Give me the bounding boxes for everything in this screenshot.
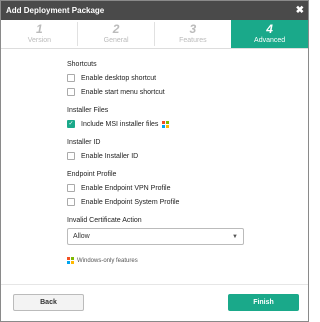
start-menu-shortcut-option[interactable]: Enable start menu shortcut [67, 86, 308, 98]
step-label: Features [179, 37, 207, 44]
vpn-profile-option[interactable]: Enable Endpoint VPN Profile [67, 182, 308, 194]
back-button[interactable]: Back [13, 294, 84, 311]
chevron-down-icon: ▼ [232, 233, 238, 240]
step-advanced[interactable]: 4 Advanced [231, 20, 308, 48]
vpn-profile-checkbox[interactable] [67, 184, 75, 192]
step-features[interactable]: 3 Features [155, 20, 232, 48]
desktop-shortcut-checkbox[interactable] [67, 74, 75, 82]
section-title: Invalid Certificate Action [67, 217, 142, 224]
certificate-action-select[interactable]: Allow ▼ [67, 228, 244, 245]
option-label: Include MSI installer files [81, 120, 159, 128]
installer-files-section: Installer Files ✓ Include MSI installer … [67, 107, 308, 130]
step-number: 1 [36, 22, 43, 36]
windows-icon [162, 120, 170, 128]
add-deployment-package-dialog: Add Deployment Package ✖ 1 Version 2 Gen… [0, 0, 309, 322]
section-title: Endpoint Profile [67, 171, 117, 178]
windows-icon [67, 257, 74, 264]
option-label: Enable desktop shortcut [81, 74, 157, 82]
shortcuts-section: Shortcuts Enable desktop shortcut Enable… [67, 61, 308, 98]
installer-id-section: Installer ID Enable Installer ID [67, 139, 308, 162]
step-general[interactable]: 2 General [78, 20, 155, 48]
dialog-footer: Back Finish [1, 284, 308, 321]
installer-id-option[interactable]: Enable Installer ID [67, 150, 308, 162]
step-number: 4 [266, 22, 273, 36]
section-title: Shortcuts [67, 61, 97, 68]
option-label: Enable start menu shortcut [81, 88, 165, 96]
start-menu-shortcut-checkbox[interactable] [67, 88, 75, 96]
option-label: Enable Endpoint VPN Profile [81, 184, 171, 192]
msi-installer-option[interactable]: ✓ Include MSI installer files [67, 118, 308, 130]
certificate-section: Invalid Certificate Action Allow ▼ [67, 217, 308, 245]
step-label: Advanced [254, 37, 286, 44]
option-label: Enable Installer ID [81, 152, 139, 160]
endpoint-profile-section: Endpoint Profile Enable Endpoint VPN Pro… [67, 171, 308, 208]
step-version[interactable]: 1 Version [1, 20, 78, 48]
option-label: Enable Endpoint System Profile [81, 198, 180, 206]
installer-id-checkbox[interactable] [67, 152, 75, 160]
advanced-settings: Shortcuts Enable desktop shortcut Enable… [1, 49, 308, 264]
step-number: 2 [112, 22, 120, 36]
step-label: General [103, 37, 129, 44]
step-label: Version [27, 37, 52, 44]
desktop-shortcut-option[interactable]: Enable desktop shortcut [67, 72, 308, 84]
section-title: Installer Files [67, 107, 109, 114]
windows-only-note: Windows-only features [67, 257, 308, 264]
wizard-steps: 1 Version 2 General 3 Features 4 Advance… [1, 20, 308, 49]
msi-installer-checkbox[interactable]: ✓ [67, 120, 75, 128]
close-icon[interactable]: ✖ [296, 5, 304, 16]
dialog-titlebar: Add Deployment Package ✖ [1, 1, 308, 20]
note-text: Windows-only features [77, 257, 138, 264]
select-value: Allow [73, 233, 90, 240]
step-number: 3 [189, 22, 197, 36]
dialog-title: Add Deployment Package [6, 6, 105, 15]
section-title: Installer ID [67, 139, 101, 146]
finish-button[interactable]: Finish [228, 294, 299, 311]
system-profile-option[interactable]: Enable Endpoint System Profile [67, 196, 308, 208]
system-profile-checkbox[interactable] [67, 198, 75, 206]
